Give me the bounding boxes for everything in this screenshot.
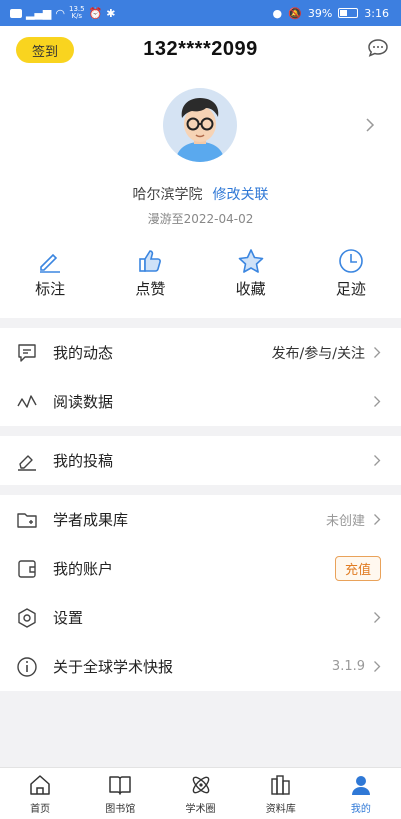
battery-percent: 39% bbox=[307, 6, 333, 20]
menu-my-submission[interactable]: 我的投稿 bbox=[0, 436, 401, 485]
menu-my-dynamics-label: 我的动态 bbox=[53, 344, 114, 362]
menu-settings[interactable]: 设置 bbox=[0, 593, 401, 642]
tab-database[interactable]: 资料库 bbox=[241, 768, 321, 819]
bluetooth-icon: ✱ bbox=[106, 6, 116, 20]
institution-row: 哈尔滨学院 修改关联 bbox=[0, 184, 401, 204]
chevron-right-icon bbox=[374, 514, 381, 525]
status-bar: ▂▄▆ ◠ 13.5 K/s ⏰ ✱ ● 🔕 39% 3:16 bbox=[0, 0, 401, 26]
menu-settings-label: 设置 bbox=[53, 609, 84, 627]
net-speed: 13.5 K/s bbox=[69, 5, 85, 20]
quick-history[interactable]: 足迹 bbox=[301, 248, 401, 299]
alarm-icon: ⏰ bbox=[88, 6, 103, 20]
tab-library[interactable]: 图书馆 bbox=[80, 768, 160, 819]
recharge-button[interactable]: 充值 bbox=[334, 556, 381, 581]
chevron-right-icon bbox=[374, 455, 381, 466]
roaming-expiry: 漫游至2022-04-02 bbox=[147, 212, 254, 226]
message-icon[interactable] bbox=[367, 38, 389, 58]
avatar[interactable] bbox=[163, 88, 237, 162]
menu-group-submission: 我的投稿 bbox=[0, 436, 401, 485]
menu-my-dynamics-value: 发布/参与/关注 bbox=[271, 345, 365, 362]
tab-library-label: 图书馆 bbox=[105, 804, 136, 815]
quick-annotate[interactable]: 标注 bbox=[0, 248, 100, 299]
quick-annotate-label: 标注 bbox=[35, 280, 66, 298]
folder-add-icon bbox=[17, 512, 37, 528]
quick-favorite-label: 收藏 bbox=[235, 280, 266, 298]
chat-icon bbox=[18, 343, 36, 362]
user-phone: 132****2099 bbox=[143, 38, 258, 60]
quick-like-label: 点赞 bbox=[135, 280, 166, 298]
chevron-right-icon bbox=[374, 347, 381, 358]
line-chart-icon bbox=[17, 394, 37, 408]
menu-my-account-label: 我的账户 bbox=[53, 560, 114, 578]
clock-icon bbox=[339, 249, 363, 273]
tab-academic-circle-label: 学术圈 bbox=[185, 804, 216, 815]
app-version: 3.1.9 bbox=[331, 659, 365, 674]
user-icon bbox=[351, 776, 370, 795]
tab-academic-circle[interactable]: 学术圈 bbox=[160, 768, 240, 819]
wallet-icon bbox=[18, 559, 36, 578]
menu-scholar-library-label: 学者成果库 bbox=[53, 511, 129, 529]
menu-my-submission-label: 我的投稿 bbox=[53, 452, 114, 470]
menu-group-account: 学者成果库 未创建 我的账户 充值 设置 关于全球学术快报 3.1.9 bbox=[0, 495, 401, 691]
clock: 3:16 bbox=[364, 6, 389, 20]
bookshelf-icon bbox=[271, 775, 290, 795]
quick-history-label: 足迹 bbox=[335, 280, 366, 298]
thumbs-up-icon bbox=[139, 250, 162, 272]
tab-mine-label: 我的 bbox=[350, 804, 371, 815]
chevron-right-icon bbox=[374, 661, 381, 672]
eraser-pen-icon bbox=[18, 454, 36, 471]
settings-hexagon-icon bbox=[18, 607, 36, 628]
menu-scholar-library[interactable]: 学者成果库 未创建 bbox=[0, 495, 401, 544]
quick-favorite[interactable]: 收藏 bbox=[201, 248, 301, 299]
mute-icon: 🔕 bbox=[288, 6, 302, 20]
menu-group-activity: 我的动态 发布/参与/关注 阅读数据 bbox=[0, 328, 401, 426]
pencil-icon bbox=[40, 253, 61, 273]
bottom-tab-bar: 首页 图书馆 学术圈 资料库 我的 bbox=[0, 767, 401, 819]
institution-name: 哈尔滨学院 bbox=[132, 187, 203, 203]
menu-scholar-library-status: 未创建 bbox=[325, 514, 365, 529]
quick-actions: 标注 点赞 收藏 足迹 bbox=[0, 248, 401, 299]
star-icon bbox=[238, 249, 263, 273]
quick-like[interactable]: 点赞 bbox=[100, 248, 200, 299]
location-icon: ● bbox=[272, 6, 283, 20]
signal-icon: ▂▄▆ bbox=[26, 6, 52, 20]
open-book-icon bbox=[109, 776, 132, 795]
menu-about-label: 关于全球学术快报 bbox=[53, 658, 174, 676]
battery-icon bbox=[338, 8, 359, 18]
info-icon bbox=[17, 656, 37, 677]
tab-home-label: 首页 bbox=[30, 804, 51, 815]
tab-mine[interactable]: 我的 bbox=[321, 768, 401, 819]
tab-home[interactable]: 首页 bbox=[0, 768, 80, 819]
sim-icon bbox=[10, 8, 22, 18]
profile-chevron-right-icon[interactable] bbox=[365, 117, 375, 133]
menu-about[interactable]: 关于全球学术快报 3.1.9 bbox=[0, 642, 401, 691]
chevron-right-icon bbox=[374, 612, 381, 623]
menu-reading-data[interactable]: 阅读数据 bbox=[0, 377, 401, 426]
menu-my-account[interactable]: 我的账户 充值 bbox=[0, 544, 401, 593]
menu-reading-data-label: 阅读数据 bbox=[53, 393, 114, 411]
chevron-right-icon bbox=[374, 396, 381, 407]
atom-icon bbox=[192, 776, 209, 794]
tab-database-label: 资料库 bbox=[265, 804, 296, 815]
menu-my-dynamics[interactable]: 我的动态 发布/参与/关注 bbox=[0, 328, 401, 377]
edit-link-button[interactable]: 修改关联 bbox=[213, 187, 269, 203]
profile-section: 签到 132****2099 哈尔滨学院修改关联 漫游至2022-04-02 bbox=[0, 26, 401, 318]
wifi-icon: ◠ bbox=[55, 6, 65, 20]
home-icon bbox=[30, 775, 50, 795]
